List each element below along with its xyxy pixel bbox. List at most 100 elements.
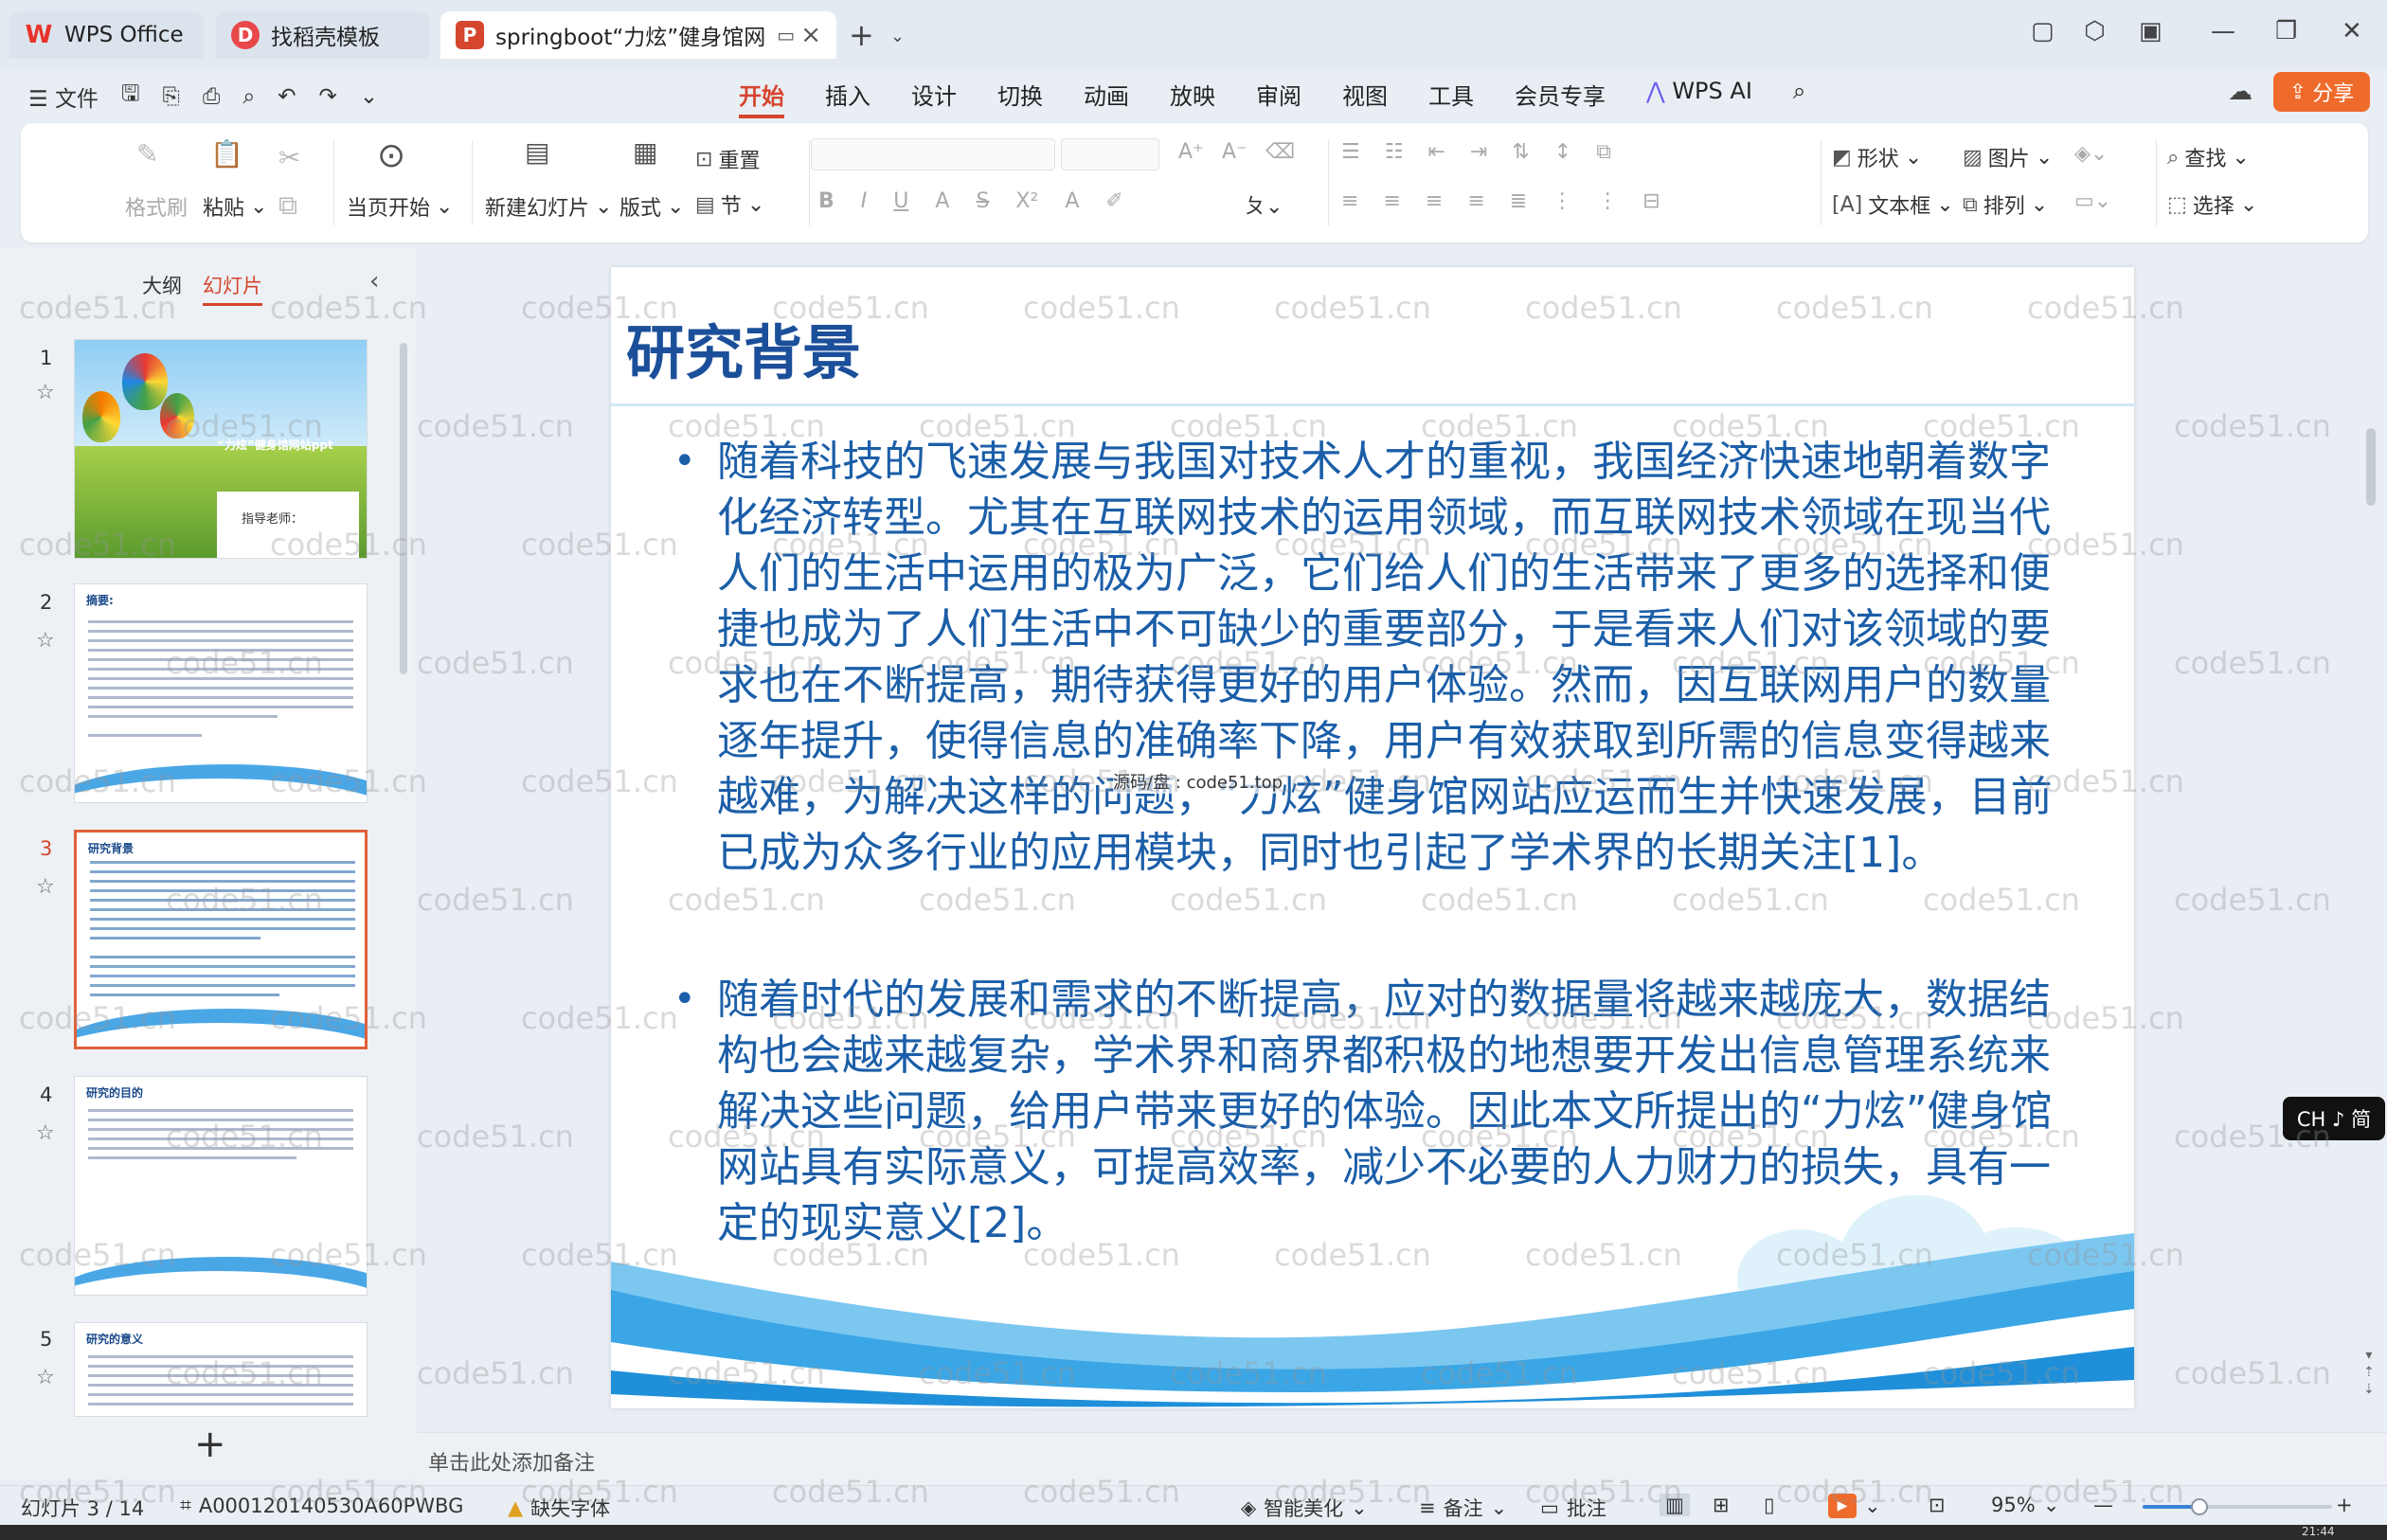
tab-slideshow[interactable]: 放映 — [1170, 78, 1215, 118]
align-center-icon[interactable]: ≡ — [1383, 189, 1400, 213]
section-button[interactable]: ▤ 节 ⌄ — [695, 189, 764, 220]
tab-member[interactable]: 会员专享 — [1515, 78, 1606, 118]
slide-thumbnail-5[interactable]: 研究的意义 — [74, 1322, 368, 1417]
zoom-slider[interactable] — [2143, 1498, 2332, 1515]
italic-icon[interactable]: I — [861, 189, 868, 213]
reset-button[interactable]: ⊡ 重置 — [695, 144, 760, 174]
star-icon[interactable]: ☆ — [36, 629, 55, 653]
convert-smartart-icon[interactable]: ⧉ — [1596, 140, 1611, 164]
highlight-icon[interactable]: ✐ — [1105, 189, 1122, 213]
layout-button[interactable]: 版式 ⌄ — [619, 191, 684, 222]
underline-icon[interactable]: U — [893, 189, 908, 213]
tab-slides[interactable]: 幻灯片 — [203, 271, 262, 306]
bullet-list-icon[interactable]: ☰ — [1341, 140, 1360, 164]
justify-icon[interactable]: ≡ — [1467, 189, 1484, 213]
format-painter-label[interactable]: 格式刷 — [125, 191, 188, 222]
restore-icon[interactable]: ❐ — [2275, 17, 2297, 45]
star-icon[interactable]: ☆ — [36, 875, 55, 899]
shape-button[interactable]: ◩ 形状 ⌄ — [1832, 142, 1922, 172]
tab-current-document[interactable]: P springboot“力炫”健身馆网 ▭ × — [440, 11, 836, 59]
star-icon[interactable]: ☆ — [36, 381, 55, 404]
copy-icon[interactable]: ⧉ — [278, 189, 297, 222]
minimize-icon[interactable]: — — [2211, 17, 2235, 45]
export-icon[interactable]: ⎘ — [163, 84, 180, 109]
layout-icon[interactable]: ▦ — [633, 136, 657, 168]
distribute-icon[interactable]: ≣ — [1510, 189, 1527, 213]
doc-id-badge[interactable]: ⌗ A000120140530A60PWBG — [180, 1494, 463, 1517]
add-slide-button[interactable]: + — [194, 1423, 226, 1466]
ime-indicator[interactable]: CH ♪ 简 — [2283, 1097, 2385, 1140]
shadow-icon[interactable]: A — [935, 189, 949, 213]
close-window-icon[interactable]: ✕ — [2342, 17, 2362, 45]
increase-indent-icon[interactable]: ⇥ — [1470, 140, 1487, 164]
smart-beautify-button[interactable]: ◈ 智能美化 ⌄ — [1241, 1494, 1368, 1522]
tab-home[interactable]: 开始 — [739, 78, 784, 118]
zoom-slider-handle[interactable] — [2191, 1498, 2208, 1515]
panel-scrollbar[interactable] — [400, 343, 407, 674]
superscript-icon[interactable]: X² — [1015, 189, 1038, 213]
new-tab-button[interactable]: + — [849, 17, 874, 53]
print-preview-icon[interactable]: ⌕ — [242, 84, 255, 109]
decrease-font-icon[interactable]: A⁻ — [1222, 140, 1247, 164]
column-spacing-icon[interactable]: ⋮ — [1552, 189, 1572, 213]
tab-transitions[interactable]: 切换 — [997, 78, 1043, 118]
slide-title[interactable]: 研究背景 — [626, 305, 861, 390]
zoom-level[interactable]: 95% ⌄ — [1991, 1494, 2059, 1516]
chevron-down-icon[interactable]: ⌄ — [360, 84, 378, 109]
tab-design[interactable]: 设计 — [911, 78, 957, 118]
share-button[interactable]: ⇪ 分享 — [2273, 72, 2370, 112]
play-icon[interactable]: ⊙ — [377, 136, 405, 175]
new-slide-icon[interactable]: ▤ — [525, 136, 549, 168]
chevron-down-icon[interactable]: ⌄ — [890, 27, 905, 46]
slide-sorter-icon[interactable]: ⊞ — [1713, 1494, 1730, 1516]
fit-window-icon[interactable]: ⊡ — [1929, 1494, 1946, 1516]
select-button[interactable]: ⬚ 选择 ⌄ — [2167, 189, 2257, 220]
line-spacing-icon[interactable]: ↕ — [1554, 140, 1571, 164]
font-family-select[interactable] — [811, 138, 1055, 170]
text-direction-icon[interactable]: ⇅ — [1512, 140, 1529, 164]
tab-animations[interactable]: 动画 — [1084, 78, 1129, 118]
tab-view[interactable]: 视图 — [1342, 78, 1388, 118]
tab-insert[interactable]: 插入 — [825, 78, 870, 118]
slide-thumbnail-1[interactable]: “力炫”健身馆网站ppt 指导老师： — [74, 339, 368, 559]
picture-button[interactable]: ▨ 图片 ⌄ — [1963, 142, 2053, 172]
align-right-icon[interactable]: ≡ — [1426, 189, 1443, 213]
fill-icon[interactable]: ◈⌄ — [2074, 142, 2108, 166]
paragraph-spacing-icon[interactable]: ⋮ — [1597, 189, 1618, 213]
cloud-icon[interactable]: ☁ — [2228, 78, 2252, 106]
bullet-paragraph-1[interactable]: • 随着科技的飞速发展与我国对技术人才的重视，我国经济快速地朝着数字化经济转型。… — [673, 434, 2062, 881]
arrange-button[interactable]: ⧉ 排列 ⌄ — [1963, 189, 2048, 220]
new-slide-button[interactable]: 新建幻灯片 ⌄ — [485, 191, 612, 222]
editor-scrollbar[interactable] — [2366, 428, 2376, 506]
search-icon[interactable]: ⌕ — [1793, 78, 1805, 118]
outline-icon[interactable]: ▭⌄ — [2074, 189, 2111, 213]
cube-icon[interactable]: ⬡ — [2084, 17, 2106, 45]
cut-icon[interactable]: ✂ — [278, 142, 300, 173]
collapse-panel-icon[interactable]: ‹ — [369, 267, 379, 295]
tab-wps-office[interactable]: W WPS Office — [9, 11, 204, 59]
slide-thumbnail-4[interactable]: 研究的目的 — [74, 1076, 368, 1296]
avatar[interactable]: ▣ — [2139, 17, 2163, 45]
tab-outline[interactable]: 大纲 — [142, 271, 182, 306]
align-left-icon[interactable]: ≡ — [1341, 189, 1358, 213]
tab-review[interactable]: 审阅 — [1256, 78, 1301, 118]
numbered-list-icon[interactable]: ☷ — [1385, 140, 1404, 164]
file-menu[interactable]: ☰ 文件 — [28, 81, 99, 113]
font-color-icon[interactable]: A — [1065, 189, 1079, 213]
print-icon[interactable]: ⎙ — [203, 84, 220, 109]
textbox-button[interactable]: [A] 文本框 ⌄ — [1832, 189, 1954, 220]
slide-thumbnail-3[interactable]: 研究背景 — [74, 830, 368, 1049]
zoom-in-icon[interactable]: + — [2336, 1494, 2353, 1516]
undo-icon[interactable]: ↶ — [278, 84, 296, 109]
redo-icon[interactable]: ↷ — [319, 84, 337, 109]
paste-button[interactable]: 粘贴 ⌄ — [203, 191, 267, 222]
vertical-align-icon[interactable]: ⊟ — [1642, 189, 1660, 213]
clear-format-icon[interactable]: ⌫ — [1265, 140, 1295, 164]
window-layout-icon[interactable]: ▢ — [2031, 17, 2055, 45]
phonetic-icon[interactable]: ㄆ⌄ — [1245, 189, 1283, 220]
strikethrough-icon[interactable]: S — [976, 189, 989, 213]
close-tab-icon[interactable]: × — [800, 21, 821, 49]
normal-view-icon[interactable]: ▥ — [1660, 1494, 1690, 1516]
page-nav-arrows[interactable]: ▾ ⇡ ⇣ — [2363, 1347, 2375, 1398]
notes-pane[interactable]: 单击此处添加备注 — [417, 1432, 2387, 1485]
